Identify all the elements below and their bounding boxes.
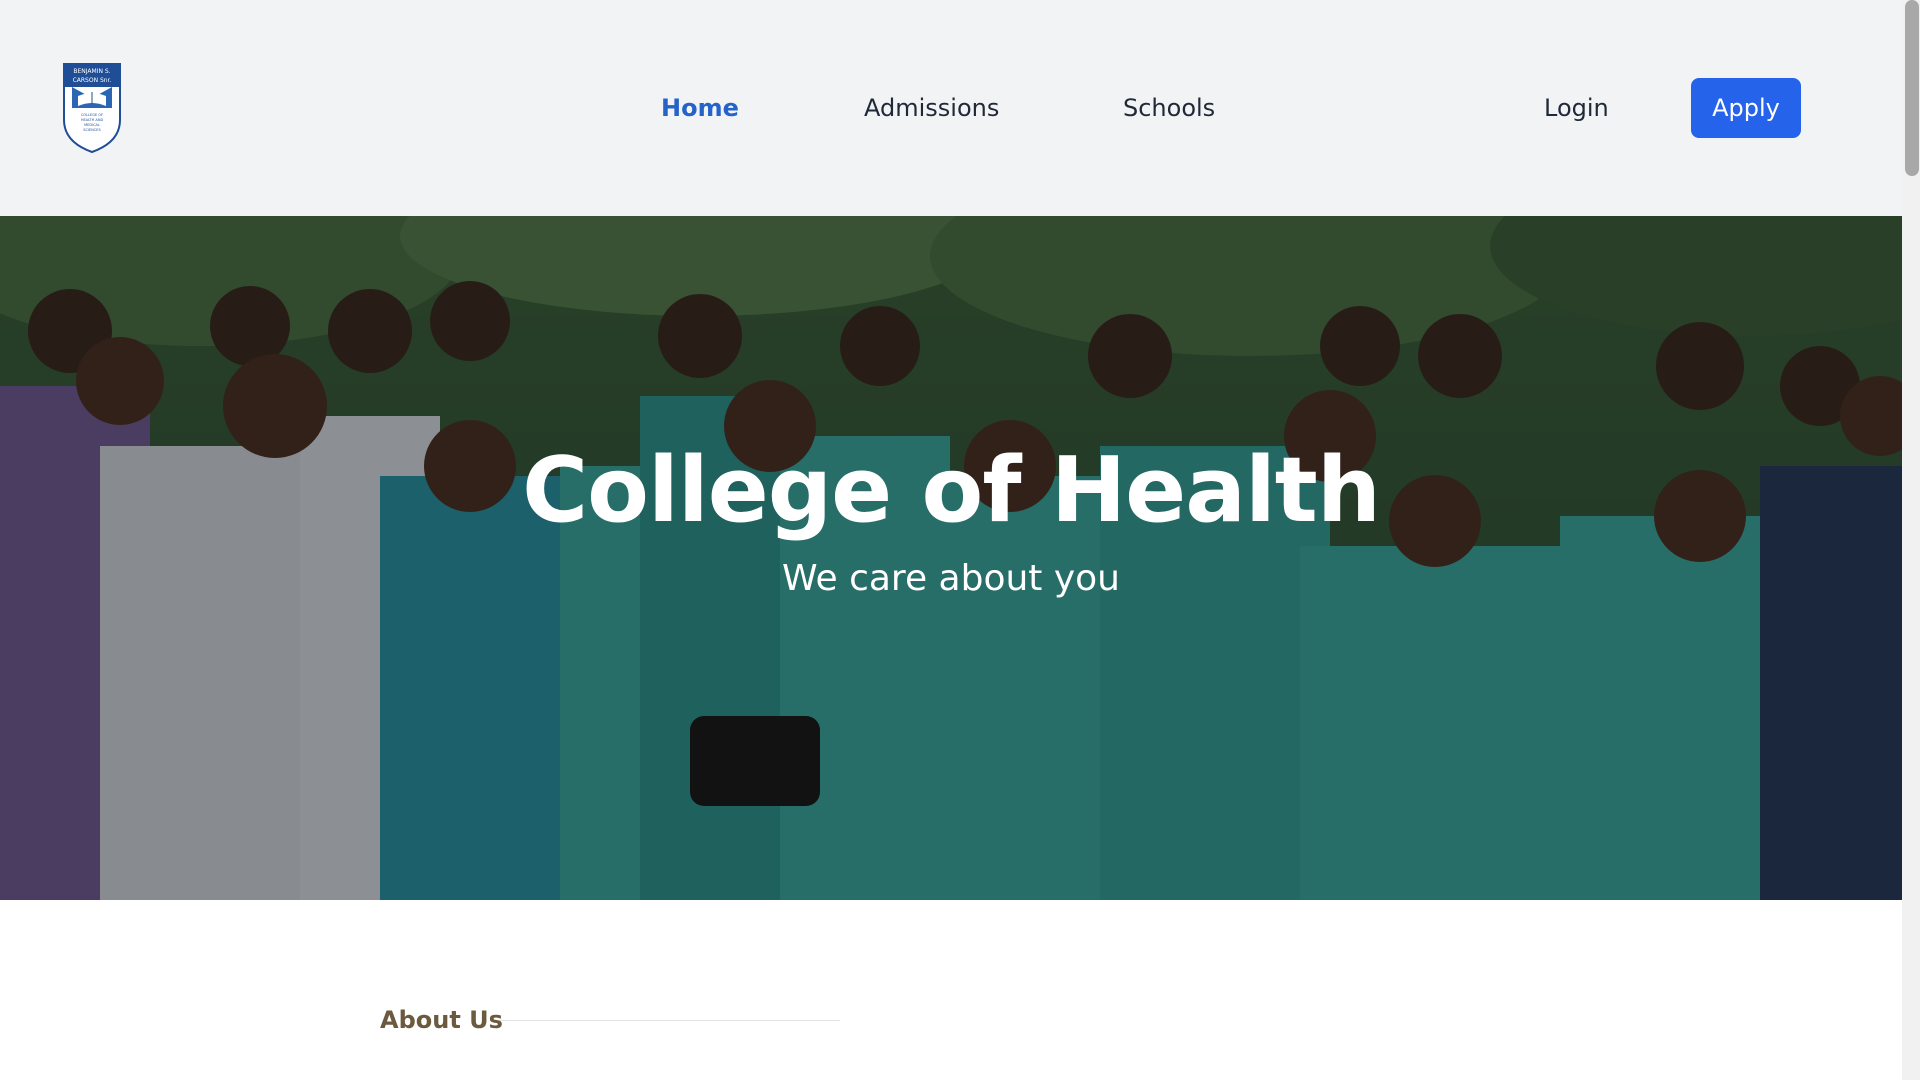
page-scrollbar[interactable] (1902, 0, 1920, 1080)
apply-button[interactable]: Apply (1691, 78, 1801, 138)
about-divider (500, 1020, 840, 1021)
about-section: About Us (0, 900, 1902, 1080)
login-link[interactable]: Login (1544, 90, 1609, 126)
nav-admissions[interactable]: Admissions (864, 90, 999, 126)
svg-text:BENJAMIN S.: BENJAMIN S. (73, 68, 110, 75)
about-us-heading: About Us (380, 1006, 503, 1034)
college-crest-icon: BENJAMIN S. CARSON Snr. COLLEGE OF HEALT… (63, 63, 121, 154)
page: BENJAMIN S. CARSON Snr. COLLEGE OF HEALT… (0, 0, 1902, 1080)
scrollbar-thumb[interactable] (1905, 0, 1919, 176)
nav-schools[interactable]: Schools (1123, 90, 1215, 126)
hero-title: College of Health (522, 438, 1381, 543)
hero-banner: College of Health We care about you (0, 216, 1902, 900)
hero-subtitle: We care about you (782, 558, 1120, 599)
svg-text:SCIENCES: SCIENCES (83, 128, 101, 132)
svg-text:COLLEGE OF: COLLEGE OF (81, 113, 103, 117)
college-logo[interactable]: BENJAMIN S. CARSON Snr. COLLEGE OF HEALT… (62, 62, 122, 154)
nav-home[interactable]: Home (661, 90, 739, 126)
svg-text:MEDICAL: MEDICAL (84, 123, 100, 127)
svg-text:HEALTH AND: HEALTH AND (81, 118, 104, 122)
site-header: BENJAMIN S. CARSON Snr. COLLEGE OF HEALT… (0, 0, 1902, 216)
svg-text:CARSON Snr.: CARSON Snr. (73, 77, 112, 84)
